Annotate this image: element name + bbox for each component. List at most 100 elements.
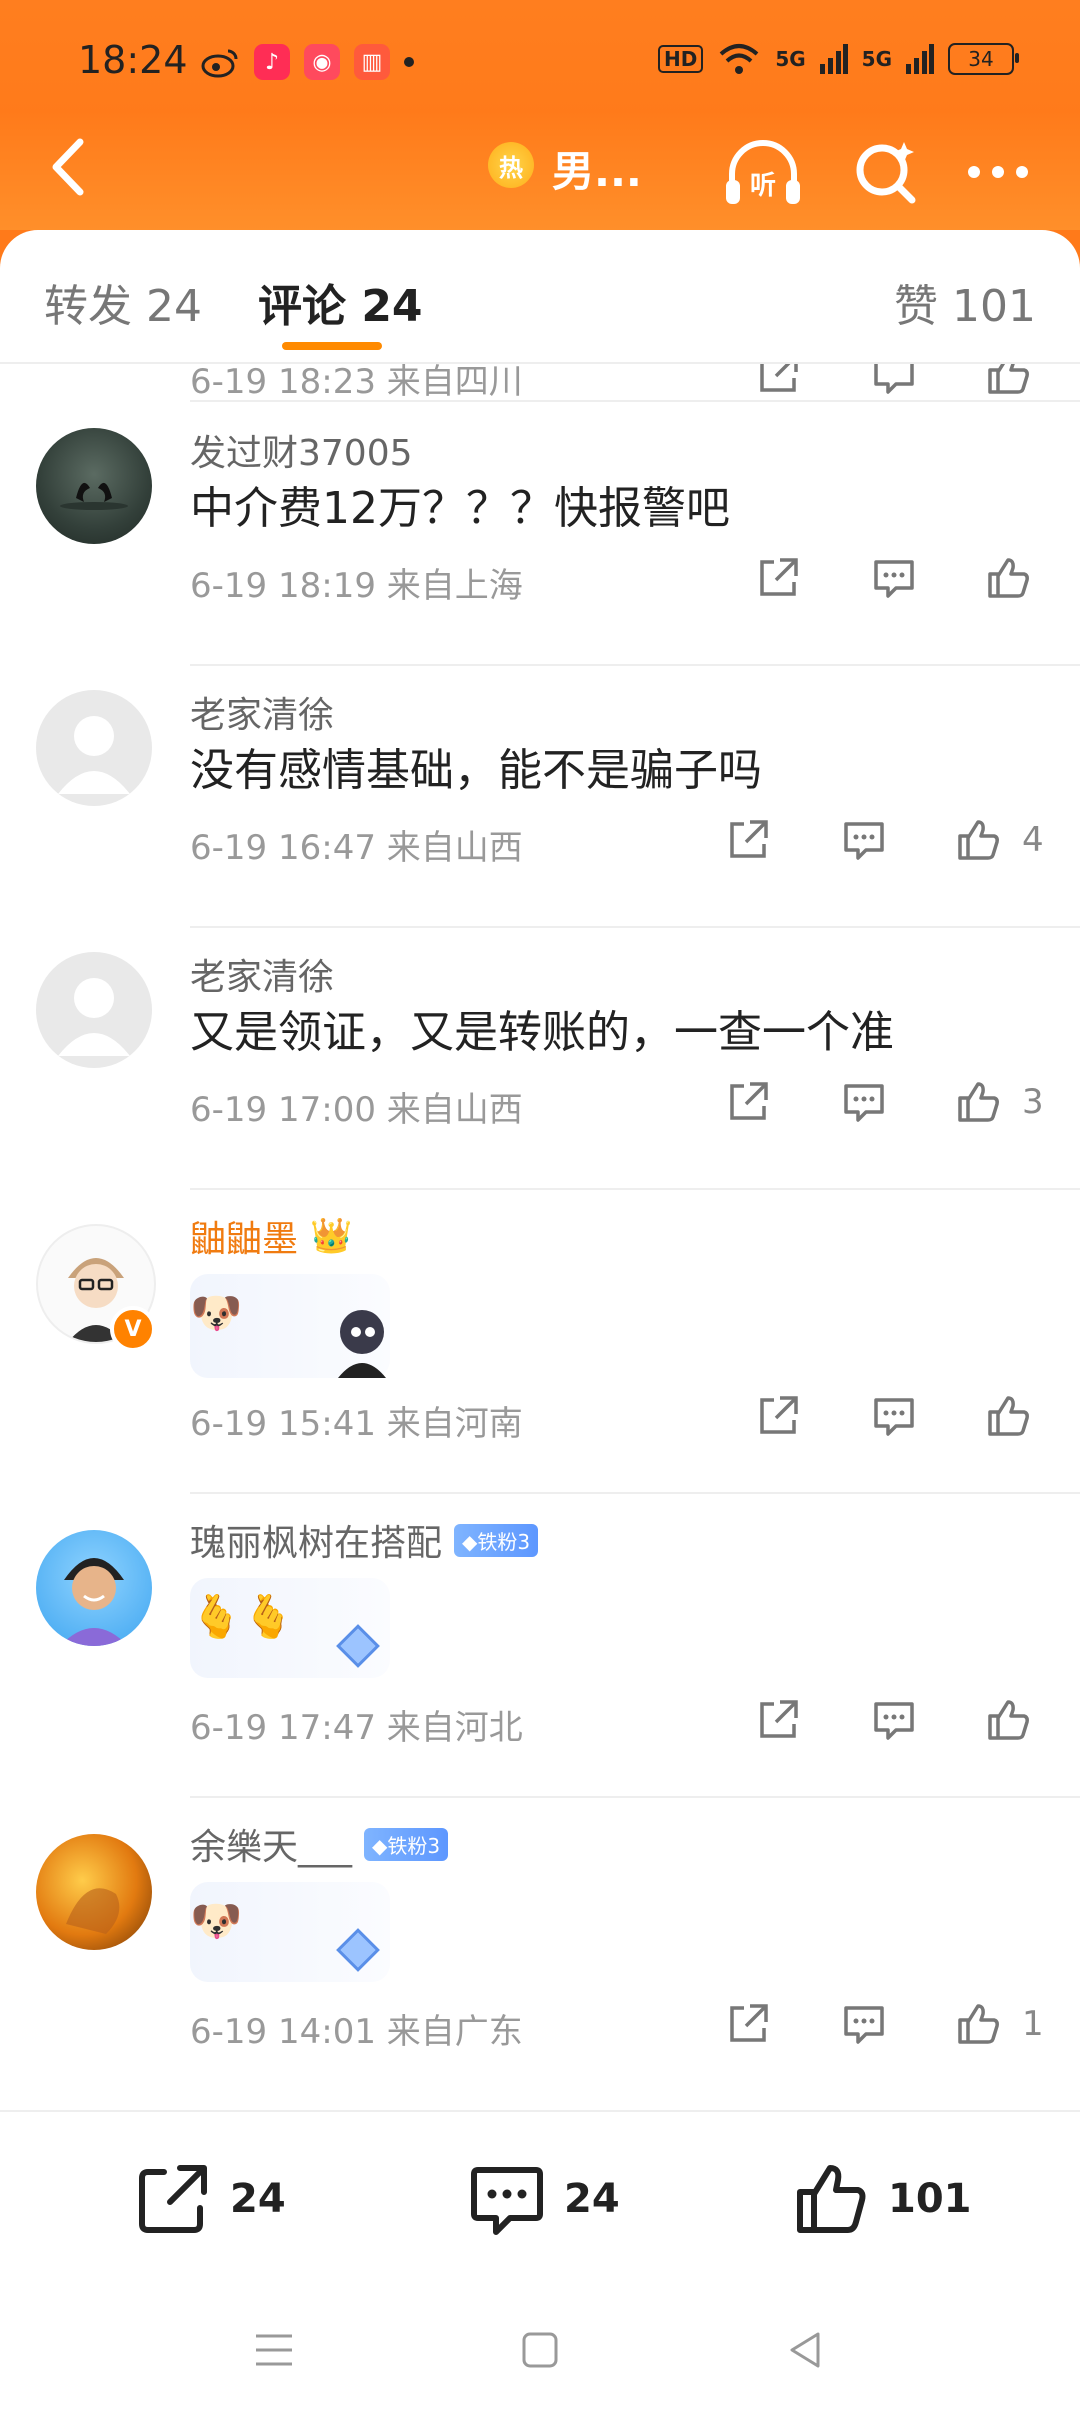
cartoon-avatar-image [60,1558,128,1646]
share-icon[interactable] [754,554,802,602]
more-dots-icon[interactable] [960,134,1036,210]
comment-meta: 6-19 18:19 来自上海 [190,566,523,606]
bottom-action-bar: 24 24 101 [0,2110,1080,2292]
more-notifications-dot [404,57,414,67]
like-icon[interactable] [984,554,1032,602]
avatar[interactable] [36,952,152,1068]
like-icon[interactable] [954,2000,1002,2048]
repost-icon [139,2165,207,2233]
status-time: 18:24 [78,38,188,82]
menu-icon[interactable] [250,2326,298,2374]
comment-count: 24 [564,2176,620,2222]
like-button[interactable]: 101 [792,2160,972,2238]
avatar[interactable] [36,428,152,544]
thumbs-up-icon [797,2165,866,2233]
emoji-card: 🫰🫰 [190,1578,390,1678]
reader-app-icon: ▥ [354,44,390,80]
back-triangle-icon[interactable] [782,2326,830,2374]
like-icon[interactable] [954,816,1002,864]
reply-icon[interactable] [840,816,888,864]
page-title[interactable]: 男... [552,138,642,199]
comment-list[interactable]: 6-19 18:23 来自四川 发过财37005 中介费12万？？？快报警吧 6… [0,364,1080,2340]
back-arrow-icon[interactable] [40,132,100,202]
emoji-card: 🐶 [190,1274,390,1378]
share-icon[interactable] [754,1392,802,1440]
reply-icon[interactable] [870,1696,918,1744]
verified-badge-icon: V [110,1306,156,1352]
signal-5g-2: 5G [861,47,892,71]
home-square-icon[interactable] [516,2326,564,2374]
reply-icon[interactable] [840,1078,888,1126]
list-item: 瑰丽枫树在搭配 ◆铁粉3 🫰🫰 6-19 17:47 来自河北 [0,1494,1080,1798]
diamond-icon [336,1928,380,1972]
like-icon[interactable] [984,1392,1032,1440]
diamond-icon [336,1624,380,1668]
signal-5g-1: 5G [775,47,806,71]
like-icon[interactable] [954,1078,1002,1126]
comment-username[interactable]: 瑰丽枫树在搭配 ◆铁粉3 [190,1514,539,1566]
status-bar: 18:24 ♪ ◉ ▥ HD 5G 5G 34 [0,0,1080,125]
like-icon[interactable] [984,1696,1032,1744]
comment-username[interactable]: 老家清徐 [190,686,334,738]
list-item: 6-19 18:23 来自四川 [0,364,1080,404]
reply-icon[interactable] [870,1392,918,1440]
crown-badge-icon: 👑 [310,1216,353,1256]
reply-icon[interactable] [870,364,918,398]
svg-text:听: 听 [750,171,776,201]
search-icon[interactable] [848,134,924,210]
wifi-icon [719,44,759,74]
like-icon[interactable] [984,364,1032,398]
avatar[interactable] [36,1530,152,1646]
repost-count: 24 [230,2176,286,2222]
comment-meta: 6-19 18:23 来自四川 [190,364,523,402]
list-item: 老家清徐 没有感情基础，能不是骗子吗 6-19 16:47 来自山西 4 [0,666,1080,928]
comment-meta: 6-19 17:00 来自山西 [190,1090,523,1130]
share-icon[interactable] [724,1078,772,1126]
share-icon[interactable] [724,816,772,864]
reply-icon[interactable] [840,2000,888,2048]
comment-text: 没有感情基础，能不是骗子吗 [190,745,762,796]
tab-bar: 转发 24 评论 24 赞 101 [0,230,1080,362]
signal-bars-icon [906,44,934,74]
comment-username[interactable]: 余樂天___ ◆铁粉3 [190,1818,449,1870]
doge-emoji-icon: 🐶 [190,1896,243,1945]
avatar[interactable] [36,1834,152,1950]
comment-username[interactable]: 老家清徐 [190,948,334,1000]
avatar[interactable] [36,690,152,806]
share-icon[interactable] [754,364,802,398]
system-navigation-bar [0,2290,1080,2414]
like-count: 1 [1022,2004,1044,2044]
fan-level-badge: ◆铁粉3 [364,1827,449,1861]
music-app-icon: ♪ [254,44,290,80]
status-app-icons: ♪ ◉ ▥ [200,44,414,80]
comment-username[interactable]: 发过财37005 [190,424,413,476]
comment-text: 又是领证，又是转账的，一查一个准 [190,1007,894,1058]
row-divider [190,400,1080,402]
tab-comments[interactable]: 评论 24 [258,270,423,334]
tab-reposts[interactable]: 转发 24 [44,270,202,334]
repost-button[interactable]: 24 [134,2160,286,2238]
tab-active-indicator [282,342,382,350]
title-bar: 热 男... 听 [0,110,1080,230]
reply-icon[interactable] [870,554,918,602]
signal-bars-icon [819,44,848,74]
tab-likes[interactable]: 赞 101 [894,270,1036,334]
comment-username[interactable]: 鼬鼬墨 👑 [190,1210,352,1262]
share-icon[interactable] [754,1696,802,1744]
comment-button[interactable]: 24 [468,2160,620,2238]
like-count: 4 [1022,820,1044,860]
default-avatar-icon [58,978,130,1056]
comment-meta: 6-19 15:41 来自河南 [190,1404,523,1444]
comment-icon [471,2167,543,2235]
comment-text: 中介费12万？？？快报警吧 [190,483,730,534]
list-item: V 鼬鼬墨 👑 🐶 6-19 15:41 来自河南 [0,1190,1080,1494]
comments-sheet: 转发 24 评论 24 赞 101 6-19 18:23 来自四川 发过财370… [0,230,1080,2414]
camera-app-icon: ◉ [304,44,340,80]
doge-emoji-icon: 🐶 [190,1288,243,1337]
list-item: 发过财37005 中介费12万？？？快报警吧 6-19 18:19 来自上海 [0,404,1080,666]
hot-topic-icon: 热 [488,142,534,188]
fan-level-badge: ◆铁粉3 [454,1523,539,1557]
share-icon[interactable] [724,2000,772,2048]
status-indicators: HD 5G 5G 34 [657,42,1019,76]
headphones-listen-icon[interactable]: 听 [720,134,806,210]
